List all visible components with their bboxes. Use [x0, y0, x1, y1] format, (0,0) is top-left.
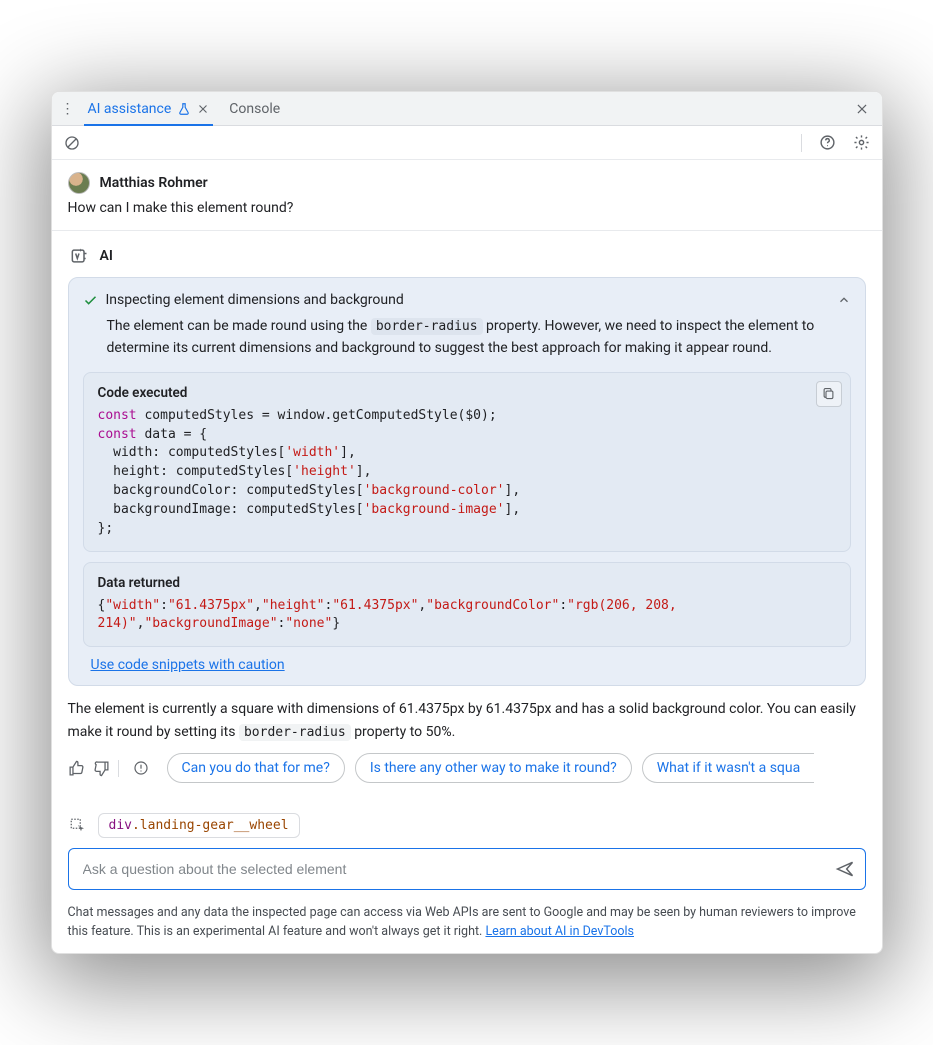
close-tab-icon[interactable]: [197, 103, 209, 115]
report-icon[interactable]: [127, 760, 155, 776]
caution-link[interactable]: Use code snippets with caution: [91, 657, 285, 673]
tab-label: AI assistance: [88, 101, 172, 117]
ai-summary: The element is currently a square with d…: [68, 698, 866, 743]
ai-sparkle-icon: [68, 245, 90, 267]
data-returned-title: Data returned: [98, 575, 836, 591]
code-executed-title: Code executed: [98, 385, 836, 401]
devtools-window: ⋮ AI assistance Console: [51, 91, 883, 953]
toolbar: [52, 126, 882, 160]
panel-description: The element can be made round using the …: [107, 316, 851, 359]
context-element-chip[interactable]: div.landing-gear__wheel: [98, 813, 300, 838]
gear-icon[interactable]: [850, 131, 874, 155]
collapse-chevron-icon[interactable]: [837, 293, 851, 307]
data-block: {"width":"61.4375px","height":"61.4375px…: [98, 597, 836, 635]
help-icon[interactable]: [816, 131, 840, 155]
tab-label: Console: [229, 101, 280, 117]
suggestion-chip[interactable]: Is there any other way to make it round?: [355, 753, 632, 783]
suggestion-chip[interactable]: What if it wasn't a squa: [642, 753, 815, 783]
thumbs-up-icon[interactable]: [68, 760, 85, 777]
code-inline: border-radius: [371, 318, 483, 335]
input-area: div.landing-gear__wheel: [52, 791, 882, 898]
code-inline: border-radius: [239, 724, 351, 741]
footer-disclaimer: Chat messages and any data the inspected…: [52, 898, 882, 952]
chat-content: Matthias Rohmer How can I make this elem…: [52, 160, 882, 791]
feedback-row: Can you do that for me? Is there any oth…: [68, 753, 866, 783]
check-icon: [83, 293, 98, 308]
clear-icon[interactable]: [60, 131, 84, 155]
close-panel-icon[interactable]: [848, 102, 876, 116]
ai-label: AI: [100, 248, 113, 264]
panel-title: Inspecting element dimensions and backgr…: [106, 292, 829, 308]
avatar: [68, 172, 90, 194]
user-message: How can I make this element round?: [68, 200, 866, 216]
ask-input[interactable]: [81, 860, 825, 878]
data-returned-panel: Data returned {"width":"61.4375px","heig…: [83, 562, 851, 648]
experiment-flask-icon: [177, 102, 191, 116]
suggestion-chip[interactable]: Can you do that for me?: [167, 753, 345, 783]
thumbs-down-icon[interactable]: [93, 760, 110, 777]
code-executed-panel: Code executed const computedStyles = win…: [83, 372, 851, 552]
tab-ai-assistance[interactable]: AI assistance: [78, 92, 220, 125]
element-picker-icon[interactable]: [68, 816, 88, 836]
code-block: const computedStyles = window.getCompute…: [98, 407, 836, 539]
inspection-panel: Inspecting element dimensions and backgr…: [68, 277, 866, 686]
ask-input-box[interactable]: [68, 848, 866, 890]
caution-note: Use code snippets with caution: [91, 657, 851, 673]
menu-kebab-icon[interactable]: ⋮: [58, 95, 78, 123]
footer-link[interactable]: Learn about AI in DevTools: [485, 924, 634, 939]
username: Matthias Rohmer: [100, 175, 208, 191]
tab-console[interactable]: Console: [219, 92, 290, 125]
suggestion-chips: Can you do that for me? Is there any oth…: [167, 753, 866, 783]
copy-button[interactable]: [816, 381, 842, 407]
tab-strip: ⋮ AI assistance Console: [52, 92, 882, 126]
send-icon[interactable]: [833, 857, 857, 881]
